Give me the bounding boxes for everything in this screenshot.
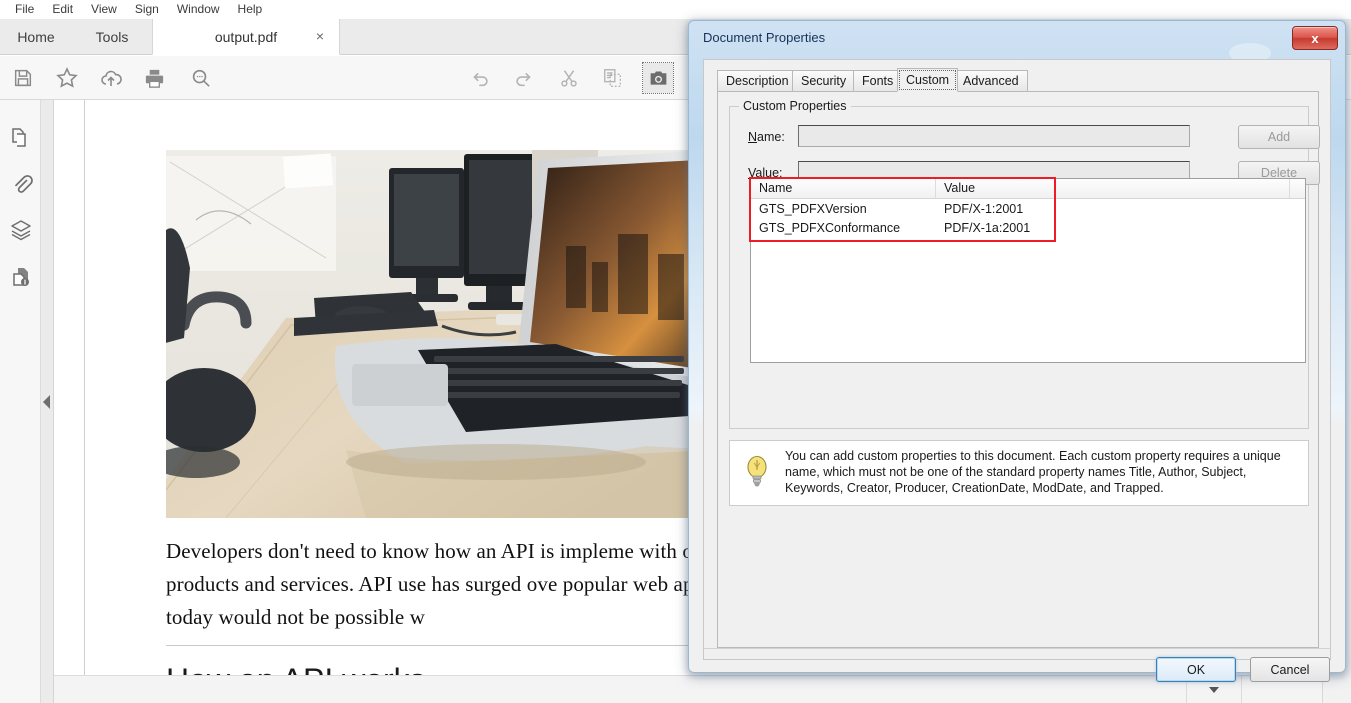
tab-security[interactable]: Security bbox=[792, 70, 856, 91]
column-header-name[interactable]: Name bbox=[751, 179, 936, 198]
menu-item-window[interactable]: Window bbox=[168, 0, 229, 19]
close-icon[interactable]: × bbox=[313, 29, 327, 43]
snapshot-camera-icon[interactable] bbox=[642, 62, 674, 94]
ok-button-label: OK bbox=[1186, 662, 1206, 677]
tab-document-label: output.pdf bbox=[214, 28, 278, 45]
save-icon[interactable] bbox=[8, 63, 38, 93]
cell-value: PDF/X-1:2001 bbox=[944, 202, 1024, 216]
tab-document-outputpdf[interactable]: output.pdf × bbox=[152, 19, 340, 55]
hint-box: You can add custom properties to this do… bbox=[729, 440, 1309, 506]
hint-text: You can add custom properties to this do… bbox=[785, 449, 1281, 495]
tab-home[interactable]: Home bbox=[0, 19, 72, 55]
document-properties-dialog: Document Properties x Description Securi… bbox=[688, 20, 1346, 682]
add-button[interactable]: Add bbox=[1238, 125, 1320, 149]
bottom-status-bar bbox=[54, 675, 1322, 703]
menu-item-view[interactable]: View bbox=[82, 0, 126, 19]
table-row[interactable]: GTS_PDFXConformance PDF/X-1a:2001 bbox=[751, 219, 1305, 238]
tab-tools-label: Tools bbox=[95, 29, 129, 45]
menu-bar: File Edit View Sign Window Help bbox=[0, 0, 1351, 19]
document-photo bbox=[166, 150, 717, 518]
tab-fonts[interactable]: Fonts bbox=[853, 70, 903, 91]
chevron-down-icon[interactable] bbox=[1209, 687, 1219, 693]
menu-item-help[interactable]: Help bbox=[229, 0, 272, 19]
collapse-panel-arrow-icon[interactable] bbox=[43, 395, 50, 409]
group-legend: Custom Properties bbox=[739, 99, 851, 113]
left-navigation-rail bbox=[0, 100, 41, 703]
dialog-title: Document Properties bbox=[703, 30, 826, 45]
cell-name: GTS_PDFXConformance bbox=[759, 221, 901, 235]
cell-name: GTS_PDFXVersion bbox=[759, 202, 867, 216]
undo-icon[interactable] bbox=[465, 63, 495, 93]
footer-divider bbox=[704, 648, 1330, 649]
custom-tab-panel: Custom Properties Name: Add Value: Delet… bbox=[717, 91, 1320, 648]
table-header-row: Name Value bbox=[751, 179, 1305, 199]
name-field-label: Name: bbox=[748, 130, 785, 144]
cut-icon[interactable] bbox=[554, 63, 584, 93]
app-root: File Edit View Sign Window Help Home Too… bbox=[0, 0, 1351, 703]
document-info-icon[interactable] bbox=[5, 261, 36, 292]
zoom-icon[interactable] bbox=[185, 63, 215, 93]
column-header-spacer bbox=[1289, 179, 1305, 198]
lightbulb-icon bbox=[744, 454, 770, 493]
name-field-label-rest: ame: bbox=[757, 130, 785, 144]
panel-collapse-strip[interactable] bbox=[41, 100, 54, 703]
tab-home-label: Home bbox=[17, 29, 55, 45]
tab-advanced[interactable]: Advanced bbox=[954, 70, 1028, 91]
cloud-upload-icon[interactable] bbox=[96, 63, 126, 93]
cancel-button[interactable]: Cancel bbox=[1250, 657, 1330, 682]
redo-icon[interactable] bbox=[509, 63, 539, 93]
dialog-body: Description Security Fonts Custom Advanc… bbox=[703, 59, 1331, 682]
page-thumbnails-icon[interactable] bbox=[5, 122, 36, 153]
tab-custom[interactable]: Custom bbox=[897, 68, 959, 92]
tab-description-label: Description bbox=[726, 74, 789, 88]
tab-tools[interactable]: Tools bbox=[72, 19, 152, 55]
copy-icon[interactable] bbox=[598, 63, 628, 93]
close-icon[interactable]: x bbox=[1292, 26, 1338, 50]
tab-security-label: Security bbox=[801, 74, 847, 88]
print-icon[interactable] bbox=[139, 63, 169, 93]
attachment-paperclip-icon[interactable] bbox=[5, 168, 36, 199]
ok-button[interactable]: OK bbox=[1156, 657, 1236, 682]
cancel-button-label: Cancel bbox=[1270, 662, 1310, 677]
table-row[interactable]: GTS_PDFXVersion PDF/X-1:2001 bbox=[751, 200, 1305, 219]
star-icon[interactable] bbox=[52, 63, 82, 93]
custom-properties-table[interactable]: Name Value GTS_PDFXVersion PDF/X-1:2001 … bbox=[750, 178, 1306, 363]
document-divider bbox=[166, 645, 766, 646]
tab-fonts-label: Fonts bbox=[862, 74, 894, 88]
menu-item-file[interactable]: File bbox=[6, 0, 43, 19]
tab-description[interactable]: Description bbox=[717, 70, 798, 91]
column-header-value[interactable]: Value bbox=[936, 179, 1305, 198]
name-input[interactable] bbox=[798, 125, 1190, 147]
menu-item-edit[interactable]: Edit bbox=[43, 0, 82, 19]
add-button-label: Add bbox=[1267, 130, 1291, 144]
custom-properties-group: Custom Properties Name: Add Value: Delet… bbox=[729, 99, 1320, 429]
tab-advanced-label: Advanced bbox=[963, 74, 1019, 88]
tab-custom-label: Custom bbox=[906, 73, 950, 87]
menu-item-sign[interactable]: Sign bbox=[126, 0, 168, 19]
layers-icon[interactable] bbox=[5, 214, 36, 245]
cell-value: PDF/X-1a:2001 bbox=[944, 221, 1031, 235]
